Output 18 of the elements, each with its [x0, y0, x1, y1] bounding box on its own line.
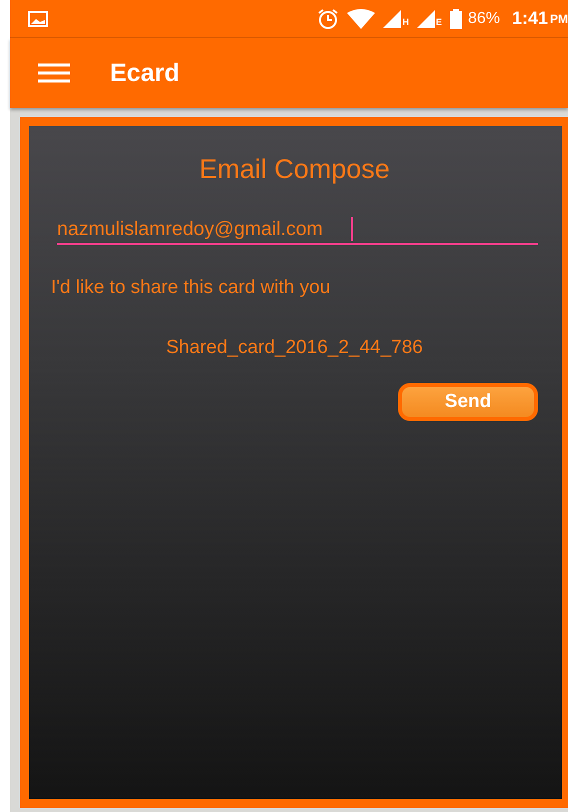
network-type: E: [436, 16, 442, 26]
signal-icon: [416, 10, 435, 28]
email-field[interactable]: nazmulislamredoy@gmail.com: [57, 217, 538, 245]
message-text: I'd like to share this card with you: [51, 277, 330, 299]
signal-icon: [383, 10, 402, 28]
send-button[interactable]: Send: [398, 383, 538, 421]
attachment-name: Shared_card_2016_2_44_786: [166, 337, 423, 359]
menu-icon[interactable]: [38, 63, 70, 83]
battery-percent: 86%: [468, 10, 500, 28]
image-icon: [28, 10, 48, 26]
wifi-icon: [347, 8, 376, 28]
compose-title: Email Compose: [199, 154, 390, 185]
clock-time: 1:41: [512, 8, 548, 29]
app-title: Ecard: [110, 58, 180, 88]
clock-period: PM: [550, 12, 568, 26]
alarm-icon: [317, 8, 340, 30]
network-type: H: [402, 16, 409, 26]
battery-icon: [450, 8, 462, 28]
